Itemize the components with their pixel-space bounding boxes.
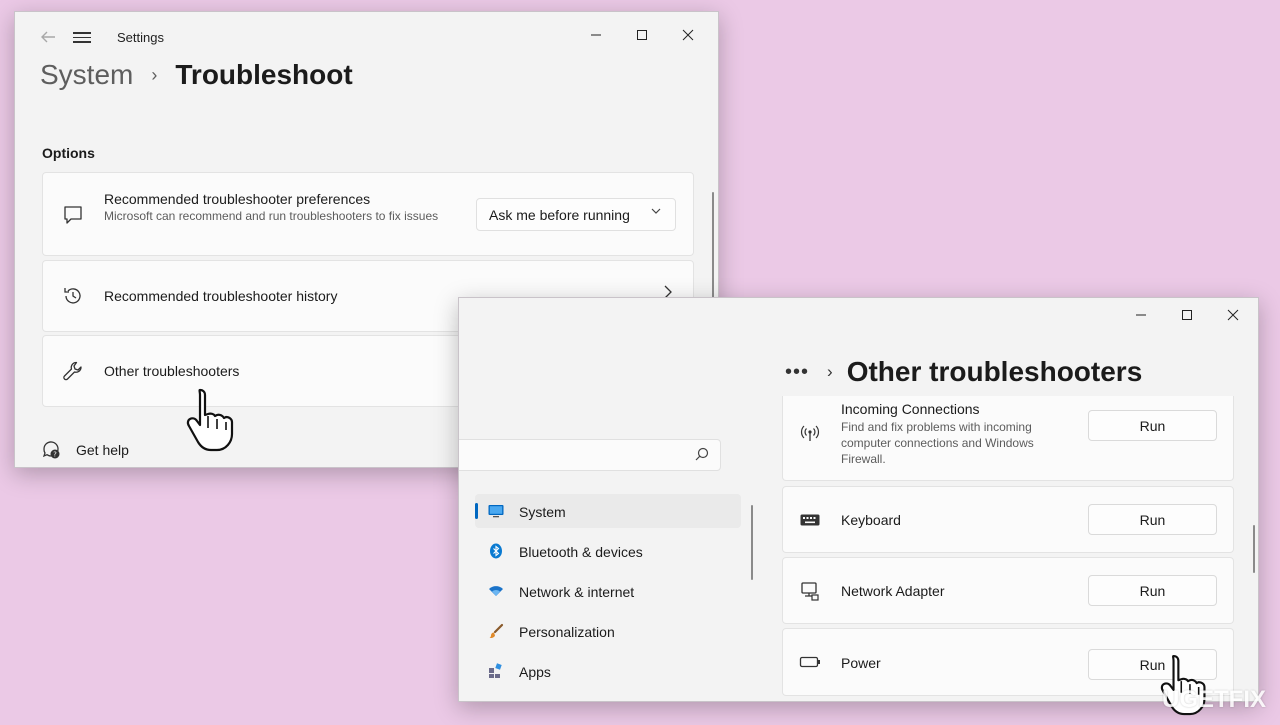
troubleshooter-name: Incoming Connections — [841, 401, 980, 417]
back-arrow-icon[interactable] — [39, 29, 59, 47]
run-incoming-connections-button[interactable]: Run — [1088, 410, 1217, 441]
maximize-button[interactable] — [619, 20, 665, 50]
options-section-label: Options — [42, 145, 95, 161]
sidebar-item-label: System — [519, 504, 566, 520]
history-icon — [62, 285, 84, 307]
card-title: Other troubleshooters — [104, 363, 240, 379]
run-network-adapter-button[interactable]: Run — [1088, 575, 1217, 606]
chevron-down-icon — [651, 206, 661, 219]
brush-icon — [488, 623, 504, 639]
sidebar-item-label: Network & internet — [519, 584, 635, 600]
sidebar-item-network[interactable]: Network & internet — [475, 574, 741, 608]
sidebar-item-system[interactable]: System — [475, 494, 741, 528]
bluetooth-icon — [488, 543, 504, 559]
hamburger-menu-icon[interactable] — [73, 29, 91, 45]
sidebar-item-bluetooth[interactable]: Bluetooth & devices — [475, 534, 741, 568]
get-help-link[interactable]: ? Get help — [41, 440, 129, 460]
sidebar-item-label: Apps — [519, 664, 551, 680]
search-input[interactable] — [459, 439, 721, 471]
active-indicator — [475, 503, 478, 519]
get-help-label: Get help — [76, 442, 129, 458]
svg-text:?: ? — [53, 451, 57, 459]
keyboard-icon — [799, 509, 821, 531]
troubleshooter-incoming-connections: Incoming Connections Find and fix proble… — [782, 396, 1234, 481]
close-button[interactable] — [665, 20, 711, 50]
app-title: Settings — [117, 30, 164, 45]
recommended-preferences-card: Recommended troubleshooter preferences M… — [42, 172, 694, 256]
close-button[interactable] — [1210, 300, 1256, 330]
troubleshooter-name: Keyboard — [841, 512, 901, 528]
network-adapter-icon — [799, 580, 821, 602]
sidebar-item-label: Personalization — [519, 624, 615, 640]
caption-buttons — [573, 20, 711, 50]
card-title: Recommended troubleshooter preferences — [104, 191, 371, 207]
breadcrumb: System › Troubleshoot — [40, 59, 353, 91]
troubleshooter-name: Network Adapter — [841, 583, 945, 599]
antenna-icon — [799, 422, 821, 444]
breadcrumb-separator: › — [151, 64, 158, 85]
sidebar-scrollbar[interactable] — [751, 505, 753, 580]
page-title: Troubleshoot — [175, 59, 353, 90]
settings-window-other-troubleshooters: System Bluetooth & devices Network & int… — [458, 297, 1259, 702]
hand-pointer-icon — [186, 386, 246, 461]
wifi-icon — [488, 583, 504, 599]
wrench-icon — [62, 360, 84, 382]
sidebar-item-apps[interactable]: Apps — [475, 654, 741, 688]
minimize-button[interactable] — [573, 20, 619, 50]
battery-icon — [799, 651, 821, 673]
apps-icon — [488, 663, 504, 679]
troubleshooter-name: Power — [841, 655, 881, 671]
breadcrumb-overflow-button[interactable]: ••• — [785, 361, 809, 384]
monitor-icon — [488, 503, 504, 519]
page-title: Other troubleshooters — [846, 356, 1143, 387]
card-title: Recommended troubleshooter history — [104, 288, 338, 304]
troubleshooter-keyboard: Keyboard Run — [782, 486, 1234, 553]
troubleshooter-preference-dropdown[interactable]: Ask me before running — [476, 198, 676, 231]
content-scrollbar[interactable] — [1253, 525, 1255, 573]
breadcrumb-separator: › — [827, 362, 833, 381]
search-icon — [694, 446, 710, 462]
chat-bubble-icon — [62, 204, 84, 226]
dropdown-value: Ask me before running — [489, 207, 630, 223]
troubleshooter-network-adapter: Network Adapter Run — [782, 557, 1234, 624]
watermark-logo: UGETFIX — [1162, 686, 1267, 713]
minimize-button[interactable] — [1118, 300, 1164, 330]
troubleshooter-description: Find and fix problems with incoming comp… — [841, 420, 1034, 466]
maximize-button[interactable] — [1164, 300, 1210, 330]
sidebar-item-label: Bluetooth & devices — [519, 544, 643, 560]
breadcrumb-system-link[interactable]: System — [40, 59, 133, 91]
card-description: Microsoft can recommend and run troubles… — [104, 209, 439, 223]
sidebar-item-personalization[interactable]: Personalization — [475, 614, 741, 648]
run-keyboard-button[interactable]: Run — [1088, 504, 1217, 535]
help-chat-icon: ? — [41, 440, 61, 460]
breadcrumb: ••• › Other troubleshooters — [785, 356, 1142, 388]
caption-buttons — [1118, 300, 1256, 330]
